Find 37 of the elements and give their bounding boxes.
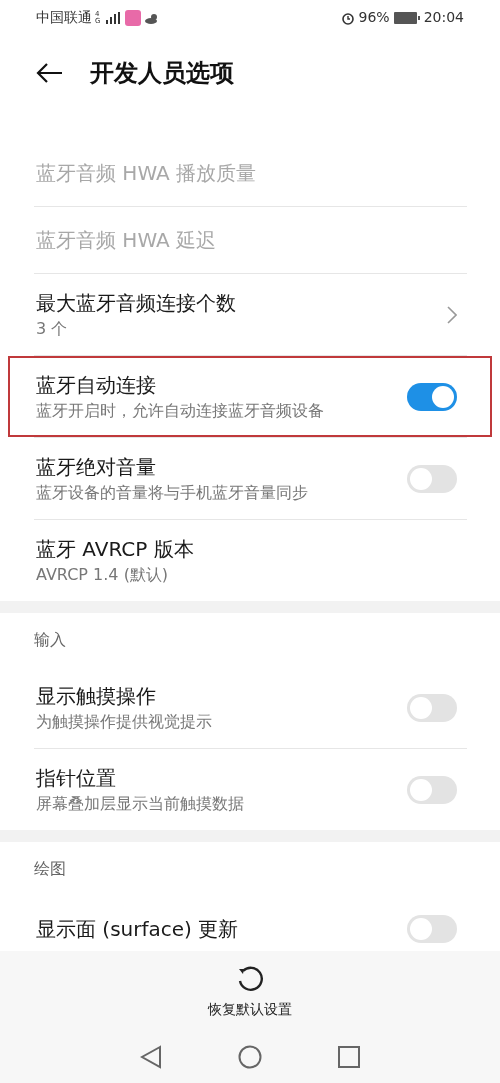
weather-icon bbox=[144, 11, 160, 24]
carrier-name: 中国联通 bbox=[36, 8, 92, 27]
setting-title: 蓝牙自动连接 bbox=[36, 371, 157, 399]
setting-title: 蓝牙 AVRCP 版本 bbox=[36, 535, 195, 563]
setting-subtitle: 3 个 bbox=[36, 317, 69, 340]
signal-icon bbox=[106, 11, 120, 24]
alarm-icon bbox=[340, 10, 355, 25]
setting-subtitle: 蓝牙开启时，允许自动连接蓝牙音频设备 bbox=[36, 399, 325, 422]
clock-time: 20:04 bbox=[423, 8, 464, 27]
section-header: 绘图 bbox=[34, 858, 66, 880]
section-header: 输入 bbox=[34, 629, 66, 651]
nav-recents-icon[interactable] bbox=[338, 1046, 360, 1068]
reset-defaults-button[interactable]: 恢复默认设置 bbox=[208, 962, 292, 1020]
setting-title: 指针位置 bbox=[36, 764, 117, 792]
battery-percent: 96% bbox=[358, 8, 390, 27]
setting-subtitle: AVRCP 1.4 (默认) bbox=[36, 563, 170, 586]
chevron-right-icon bbox=[447, 305, 457, 324]
setting-title: 蓝牙音频 HWA 延迟 bbox=[36, 227, 218, 254]
battery-icon bbox=[393, 11, 420, 24]
setting-title: 显示触摸操作 bbox=[36, 682, 157, 710]
setting-title: 蓝牙音频 HWA 播放质量 bbox=[36, 160, 258, 187]
back-arrow-icon bbox=[35, 62, 63, 84]
toggle-switch[interactable] bbox=[407, 915, 457, 943]
setting-subtitle: 屏幕叠加层显示当前触摸数据 bbox=[36, 792, 245, 815]
toggle-switch[interactable] bbox=[407, 775, 457, 804]
toggle-switch[interactable] bbox=[407, 693, 457, 722]
toggle-switch[interactable] bbox=[407, 382, 457, 411]
setting-subtitle: 蓝牙设备的音量将与手机蓝牙音量同步 bbox=[36, 481, 309, 504]
page-title: 开发人员选项 bbox=[90, 58, 234, 89]
toggle-switch[interactable] bbox=[407, 464, 457, 493]
setting-title: 蓝牙绝对音量 bbox=[36, 453, 157, 481]
setting-title: 最大蓝牙音频连接个数 bbox=[36, 289, 237, 317]
setting-title: 显示面 (surface) 更新 bbox=[36, 916, 240, 943]
setting-subtitle: 为触摸操作提供视觉提示 bbox=[36, 710, 213, 733]
nav-back-icon[interactable] bbox=[140, 1045, 162, 1069]
app-notification-icon bbox=[125, 9, 141, 26]
nav-home-icon[interactable] bbox=[238, 1045, 262, 1069]
